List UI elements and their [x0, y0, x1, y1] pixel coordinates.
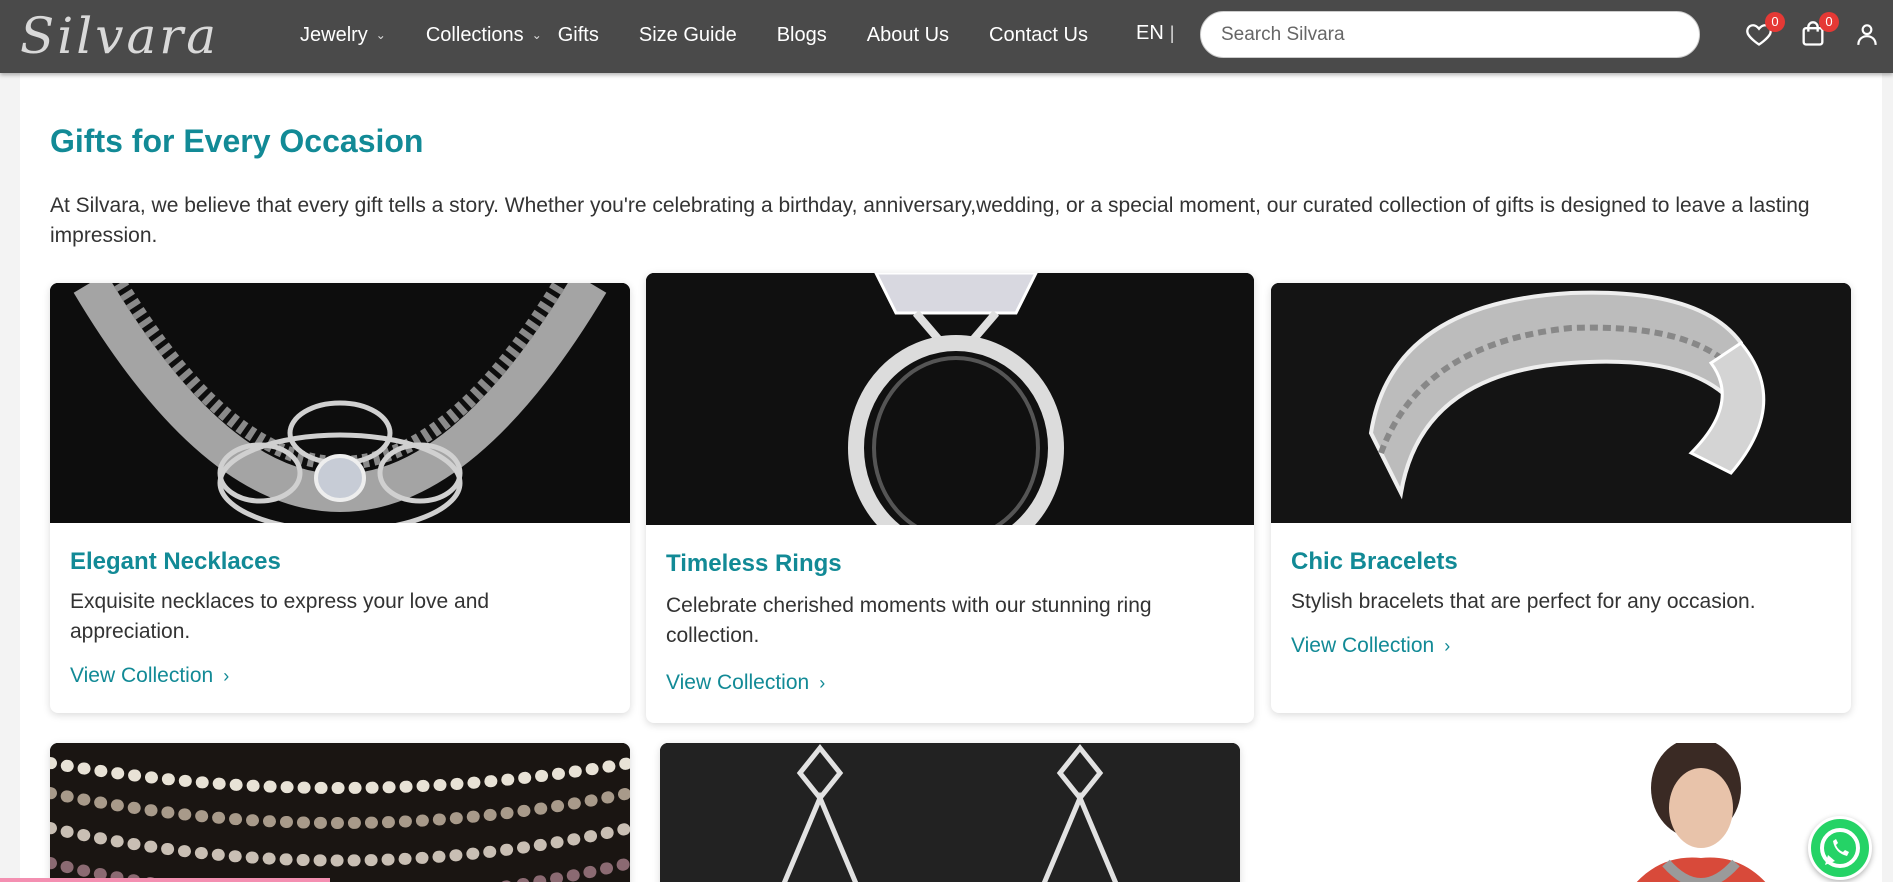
nav-contact-us[interactable]: Contact Us: [989, 24, 1088, 47]
pearl-illustration: [50, 743, 630, 882]
nav-gifts[interactable]: Gifts: [558, 24, 599, 47]
necklace-image[interactable]: [50, 283, 630, 523]
site-logo[interactable]: Silvara: [20, 10, 219, 62]
nav-gifts-label: Gifts: [557, 23, 599, 46]
gift-card-rings: Timeless Rings Celebrate cherished momen…: [646, 273, 1254, 723]
nav-collections[interactable]: Collections ⌄: [426, 24, 542, 47]
nav-blogs-label: Blogs: [776, 23, 827, 46]
gift-card-earrings: [660, 743, 1240, 882]
earrings-image[interactable]: [660, 743, 1240, 882]
language-label: EN: [1136, 22, 1164, 44]
intro-text: At Silvara, we believe that every gift t…: [50, 194, 1810, 247]
page-title: Gifts for Every Occasion: [50, 123, 424, 159]
model-image[interactable]: [1271, 743, 1851, 882]
card-title: Chic Bracelets: [1291, 548, 1458, 575]
main-nav: Jewelry ⌄ Collections ⌄ Gifts Size Guide…: [300, 0, 1128, 70]
header: Silvara Jewelry ⌄ Collections ⌄ Gifts Si…: [0, 0, 1893, 73]
card-description: Stylish bracelets that are perfect for a…: [1291, 590, 1756, 613]
earrings-illustration: [660, 743, 1240, 882]
language-selector[interactable]: EN |: [1136, 22, 1174, 45]
view-collection-label: View Collection: [1291, 634, 1435, 657]
whatsapp-icon: [1820, 828, 1860, 868]
whatsapp-chat-button[interactable]: [1808, 816, 1872, 880]
nav-blogs[interactable]: Blogs: [777, 24, 827, 47]
wishlist-count-badge: 0: [1765, 12, 1785, 32]
view-collection-label: View Collection: [70, 664, 214, 687]
nav-size-guide[interactable]: Size Guide: [639, 24, 737, 47]
card-title: Elegant Necklaces: [70, 548, 281, 575]
gift-card-model: [1271, 743, 1851, 882]
language-divider: |: [1169, 23, 1175, 43]
nav-collections-label: Collections: [425, 23, 524, 46]
search-input[interactable]: [1200, 11, 1700, 58]
chevron-right-icon: ›: [819, 673, 826, 693]
nav-size-guide-label: Size Guide: [638, 23, 737, 46]
cart-button[interactable]: 0: [1799, 12, 1839, 50]
chevron-right-icon: ›: [223, 666, 230, 686]
nav-jewelry[interactable]: Jewelry ⌄: [300, 24, 386, 47]
gift-card-pearls: [50, 743, 630, 882]
nav-jewelry-label: Jewelry: [300, 23, 368, 46]
card-description: Celebrate cherished moments with our stu…: [666, 594, 1152, 647]
chevron-down-icon: ⌄: [375, 28, 386, 42]
nav-about-us-label: About Us: [866, 23, 950, 46]
view-collection-link[interactable]: View Collection ›: [1291, 634, 1450, 658]
view-collection-link[interactable]: View Collection ›: [666, 671, 825, 695]
gift-card-bracelets: Chic Bracelets Stylish bracelets that ar…: [1271, 283, 1851, 713]
nav-contact-us-label: Contact Us: [989, 23, 1088, 46]
ring-image[interactable]: [646, 273, 1254, 525]
necklace-illustration: [50, 283, 630, 523]
account-button[interactable]: [1854, 20, 1884, 50]
cookie-progress-bar: [0, 878, 330, 882]
chevron-right-icon: ›: [1444, 636, 1451, 656]
bracelet-image[interactable]: [1271, 283, 1851, 523]
wishlist-button[interactable]: 0: [1745, 12, 1785, 50]
gift-card-necklaces: Elegant Necklaces Exquisite necklaces to…: [50, 283, 630, 713]
chevron-down-icon: ⌄: [531, 28, 542, 42]
cart-count-badge: 0: [1819, 12, 1839, 32]
model-illustration: [1271, 743, 1851, 882]
view-collection-label: View Collection: [666, 671, 810, 694]
bracelet-illustration: [1271, 283, 1851, 523]
gifts-section: Gifts for Every Occasion At Silvara, we …: [20, 73, 1882, 882]
ring-illustration: [646, 273, 1254, 525]
user-icon: [1857, 24, 1877, 45]
nav-about-us[interactable]: About Us: [867, 24, 949, 47]
pearl-necklace-image[interactable]: [50, 743, 630, 882]
view-collection-link[interactable]: View Collection ›: [70, 664, 229, 688]
card-description: Exquisite necklaces to express your love…: [70, 590, 490, 643]
card-title: Timeless Rings: [666, 550, 842, 577]
